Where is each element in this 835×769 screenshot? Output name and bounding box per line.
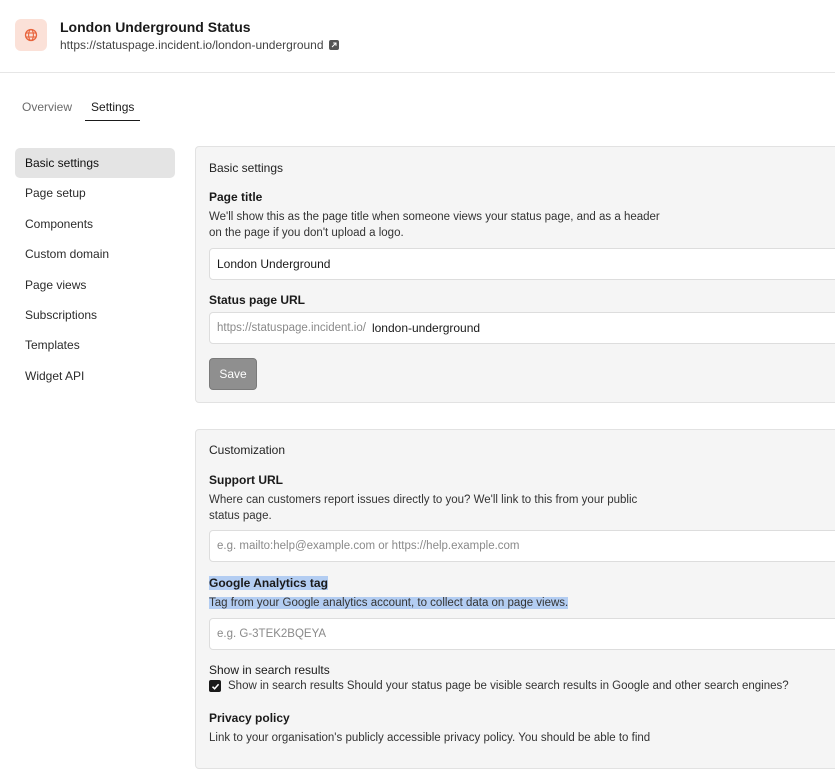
basic-settings-card: Basic settings Page title We'll show thi… xyxy=(195,146,835,403)
sidebar-item-templates[interactable]: Templates xyxy=(15,330,175,360)
customization-card: Customization Support URL Where can cust… xyxy=(195,429,835,769)
support-url-help: Where can customers report issues direct… xyxy=(209,494,638,522)
sidebar-item-subscriptions[interactable]: Subscriptions xyxy=(15,300,175,330)
search-results-checkbox[interactable] xyxy=(209,680,221,692)
sidebar-item-custom-domain[interactable]: Custom domain xyxy=(15,239,175,269)
basic-settings-heading: Basic settings xyxy=(209,161,284,175)
globe-icon xyxy=(15,19,47,51)
google-analytics-input[interactable]: e.g. G-3TEK2BQEYA xyxy=(209,618,835,650)
page-title-input[interactable]: London Underground xyxy=(209,248,835,280)
status-page-url-input[interactable]: https://statuspage.incident.io/ london-u… xyxy=(209,312,835,344)
settings-sidebar: Basic settings Page setup Components Cus… xyxy=(15,148,175,391)
google-analytics-placeholder: e.g. G-3TEK2BQEYA xyxy=(217,628,327,640)
save-button[interactable]: Save xyxy=(209,358,257,390)
search-results-row: Show in search results Should your statu… xyxy=(209,680,789,692)
sidebar-item-basic-settings[interactable]: Basic settings xyxy=(15,148,175,178)
support-url-input[interactable]: e.g. mailto:help@example.com or https://… xyxy=(209,530,835,562)
customization-heading: Customization xyxy=(209,443,286,457)
page-title-help: We'll show this as the page title when s… xyxy=(209,211,660,239)
tab-settings[interactable]: Settings xyxy=(85,99,141,121)
tab-overview[interactable]: Overview xyxy=(22,99,72,121)
status-page-url[interactable]: https://statuspage.incident.io/london-un… xyxy=(60,38,324,52)
google-analytics-help: Tag from your Google analytics account, … xyxy=(209,597,569,609)
tab-bar: Overview Settings xyxy=(22,99,159,121)
sidebar-item-page-views[interactable]: Page views xyxy=(15,270,175,300)
search-results-checkbox-label: Show in search results Should your statu… xyxy=(228,680,789,692)
url-prefix: https://statuspage.incident.io/ xyxy=(217,322,366,334)
page-title: London Underground Status xyxy=(60,19,251,35)
status-page-url-label: Status page URL xyxy=(209,293,306,307)
privacy-policy-label: Privacy policy xyxy=(209,711,290,725)
sidebar-item-widget-api[interactable]: Widget API xyxy=(15,361,175,391)
privacy-policy-help: Link to your organisation's publicly acc… xyxy=(209,732,651,744)
app-header: London Underground Status https://status… xyxy=(0,0,835,73)
page-title-label: Page title xyxy=(209,190,263,204)
sidebar-item-components[interactable]: Components xyxy=(15,209,175,239)
search-results-label: Show in search results xyxy=(209,663,330,677)
support-url-label: Support URL xyxy=(209,473,283,487)
support-url-placeholder: e.g. mailto:help@example.com or https://… xyxy=(217,540,520,552)
google-analytics-label: Google Analytics tag xyxy=(209,576,328,590)
external-link-icon[interactable] xyxy=(328,40,339,50)
sidebar-item-page-setup[interactable]: Page setup xyxy=(15,178,175,208)
url-slug-value[interactable]: london-underground xyxy=(372,321,480,335)
